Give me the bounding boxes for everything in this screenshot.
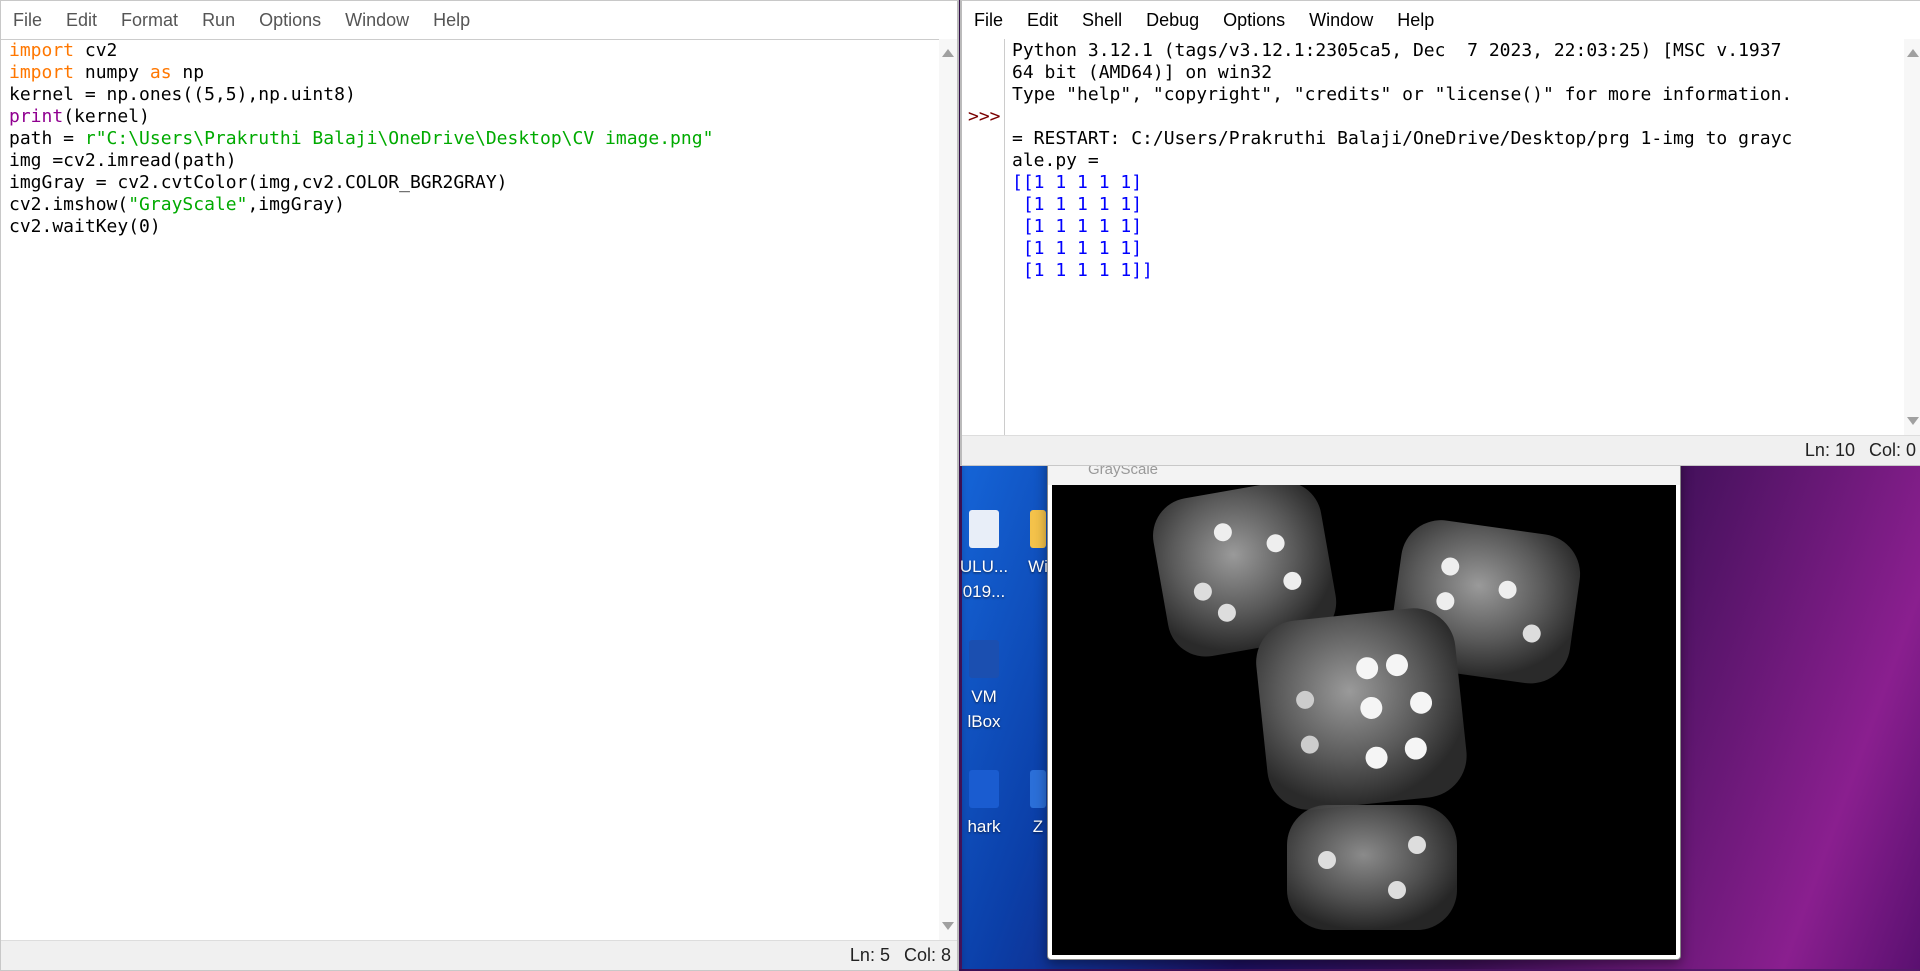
die-center [1256, 608, 1467, 810]
desktop-icon-1[interactable]: ULU... 019... [954, 510, 1014, 604]
output-line: [1 1 1 1 1] [1012, 238, 1143, 259]
scroll-up-icon[interactable] [942, 49, 954, 57]
output-line: [[1 1 1 1 1] [1012, 172, 1143, 193]
shell-statusbar: Ln: 10 Col: 0 [962, 435, 1920, 465]
grayscale-window[interactable]: GrayScale [1047, 452, 1681, 960]
shell-menubar: File Edit Shell Debug Options Window Hel… [962, 1, 1920, 39]
shell-line: Python 3.12.1 (tags/v3.12.1:2305ca5, Dec… [1012, 40, 1782, 61]
menu-shell[interactable]: Shell [1070, 10, 1134, 31]
shell-line: Type "help", "copyright", "credits" or "… [1012, 84, 1793, 105]
folder-icon [1030, 510, 1046, 548]
menu-options[interactable]: Options [1211, 10, 1297, 31]
grayscale-image [1052, 481, 1676, 955]
desktop-icon-label: ULU... [959, 557, 1009, 576]
menu-help[interactable]: Help [421, 10, 482, 31]
shell-line: ale.py = [1012, 150, 1099, 171]
desktop-icon-label: 019... [962, 582, 1006, 601]
output-line: [1 1 1 1 1] [1012, 216, 1143, 237]
shell-window[interactable]: File Edit Shell Debug Options Window Hel… [960, 0, 1920, 466]
desktop-icon-3[interactable]: VM lBox [954, 640, 1014, 734]
app-icon [1030, 770, 1046, 808]
shell-gutter [962, 39, 1005, 435]
code-line: img =cv2.imread(path) [9, 150, 237, 171]
die-bottom [1287, 805, 1457, 930]
menu-window[interactable]: Window [1297, 10, 1385, 31]
shell-line: 64 bit (AMD64)] on win32 [1012, 62, 1273, 83]
column-number: Col: 8 [903, 945, 951, 965]
menu-file[interactable]: File [962, 10, 1015, 31]
menu-file[interactable]: File [1, 10, 54, 31]
scroll-up-icon[interactable] [1907, 49, 1919, 57]
shell-prompt: >>> [968, 106, 1001, 127]
line-number: Ln: 10 [1804, 440, 1855, 460]
menu-window[interactable]: Window [333, 10, 421, 31]
file-icon [969, 510, 999, 548]
menu-edit[interactable]: Edit [54, 10, 109, 31]
output-line: [1 1 1 1 1]] [1012, 260, 1153, 281]
code-line: import numpy as np [9, 62, 205, 83]
output-line: [1 1 1 1 1] [1012, 194, 1143, 215]
code-line: cv2.imshow("GrayScale",imgGray) [9, 194, 345, 215]
code-line: import cv2 [9, 40, 118, 61]
code-line: kernel = np.ones((5,5),np.uint8) [9, 84, 356, 105]
shell-scrollbar[interactable] [1904, 39, 1920, 435]
editor-statusbar: Ln: 5 Col: 8 [1, 940, 957, 970]
wireshark-icon [969, 770, 999, 808]
editor-menubar: File Edit Format Run Options Window Help [1, 1, 957, 39]
scroll-down-icon[interactable] [942, 922, 954, 930]
desktop-icon-label: hark [967, 817, 1001, 836]
menu-help[interactable]: Help [1385, 10, 1446, 31]
column-number: Col: 0 [1868, 440, 1916, 460]
code-line: path = r"C:\Users\Prakruthi Balaji\OneDr… [9, 128, 714, 149]
code-editor[interactable]: import cv2 import numpy as np kernel = np.… [9, 40, 713, 238]
shell-output[interactable]: Python 3.12.1 (tags/v3.12.1:2305ca5, Dec… [1012, 40, 1792, 282]
menu-edit[interactable]: Edit [1015, 10, 1070, 31]
desktop-icon-label: lBox [967, 712, 1001, 731]
shell-line: ​ [1012, 106, 1792, 128]
scroll-down-icon[interactable] [1907, 417, 1919, 425]
line-number: Ln: 5 [849, 945, 890, 965]
menu-format[interactable]: Format [109, 10, 190, 31]
virtualbox-icon [969, 640, 999, 678]
desktop-icon-label: VM [971, 687, 997, 706]
editor-scrollbar[interactable] [939, 39, 957, 940]
desktop-icon-4[interactable]: hark [954, 770, 1014, 839]
menu-run[interactable]: Run [190, 10, 247, 31]
shell-line: = RESTART: C:/Users/Prakruthi Balaji/One… [1012, 128, 1793, 149]
menu-options[interactable]: Options [247, 10, 333, 31]
code-line: imgGray = cv2.cvtColor(img,cv2.COLOR_BGR… [9, 172, 508, 193]
menu-debug[interactable]: Debug [1134, 10, 1211, 31]
dice-image [1153, 481, 1581, 930]
editor-window[interactable]: File Edit Format Run Options Window Help… [0, 0, 959, 971]
code-line: cv2.waitKey(0) [9, 216, 161, 237]
code-line: print(kernel) [9, 106, 150, 127]
